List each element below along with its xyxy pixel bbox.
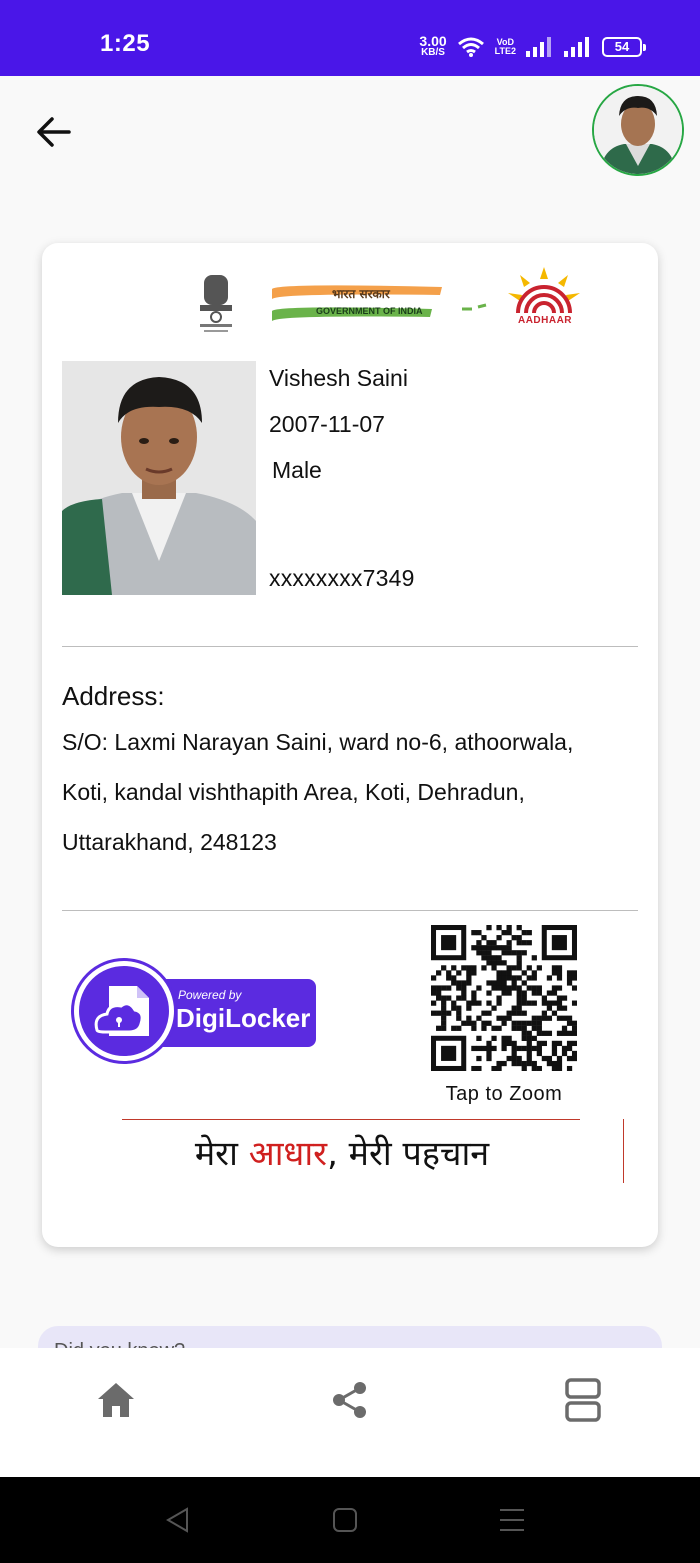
holder-dob: 2007-11-07 [269, 411, 385, 437]
aadhaar-tagline: मेरा आधार, मेरी पहचान [194, 1134, 490, 1174]
divider [62, 646, 638, 647]
digilocker-badge: Powered by DigiLocker [74, 961, 320, 1065]
national-emblem-icon [200, 275, 232, 332]
tagline-rule [623, 1119, 624, 1183]
holder-photo [62, 361, 256, 595]
digilocker-cloud-icon [94, 986, 149, 1036]
address-line: Koti, kandal vishthapith Area, Koti, Deh… [62, 779, 525, 805]
share-icon [333, 1382, 366, 1418]
list-icon [565, 1378, 601, 1422]
status-bar: 1:25 3.00 KB/S VoD LTE2 54 [0, 0, 700, 76]
holder-name: Vishesh Saini [269, 365, 408, 391]
tagline-rule [122, 1119, 580, 1120]
bottom-navigation [0, 1348, 700, 1477]
status-time: 1:25 [100, 30, 151, 57]
address-line: Uttarakhand, 248123 [62, 829, 277, 855]
wifi-icon [457, 37, 484, 57]
qr-code-image [431, 925, 578, 1072]
share-button[interactable] [326, 1376, 374, 1424]
avatar-photo [594, 86, 682, 174]
govt-hindi-text: भारत सरकार [332, 287, 390, 301]
back-button[interactable] [34, 112, 74, 152]
battery-icon: 54 [602, 37, 646, 57]
address-line: S/O: Laxmi Narayan Saini, ward no-6, ath… [62, 729, 574, 755]
system-home-icon[interactable] [330, 1506, 360, 1534]
home-button[interactable] [92, 1376, 140, 1424]
arrow-left-icon [37, 117, 71, 147]
aadhaar-card: भारत सरकार GOVERNMENT OF INDIA AADHAAR V… [42, 243, 658, 1247]
qr-code[interactable] [431, 925, 578, 1072]
signal-icon [564, 37, 589, 57]
home-icon [98, 1383, 134, 1417]
digilocker-powered-text: Powered by [178, 988, 242, 1002]
govt-of-india-logo: भारत सरकार GOVERNMENT OF INDIA [272, 281, 492, 333]
digilocker-name: DigiLocker [176, 1003, 311, 1033]
divider [62, 910, 638, 911]
signal-icon [526, 37, 551, 57]
system-navigation [0, 1477, 700, 1563]
volte-icon: VoD LTE2 [494, 37, 516, 56]
tap-to-zoom-label[interactable]: Tap to Zoom [412, 1083, 596, 1106]
status-icons: 3.00 KB/S VoD LTE2 54 [419, 33, 646, 60]
aadhaar-sun-icon [508, 267, 580, 314]
profile-avatar[interactable] [592, 84, 684, 176]
system-menu-icon[interactable] [497, 1506, 527, 1534]
govt-english-text: GOVERNMENT OF INDIA [316, 306, 423, 316]
network-speed: 3.00 KB/S [419, 33, 447, 58]
aadhaar-logo: AADHAAR [502, 267, 586, 333]
govt-banner: भारत सरकार GOVERNMENT OF INDIA AADHAAR [162, 265, 582, 341]
aadhaar-logo-text: AADHAAR [517, 315, 573, 326]
system-back-icon[interactable] [163, 1506, 193, 1534]
address-title: Address: [62, 681, 165, 711]
list-button[interactable] [559, 1376, 607, 1424]
card-photo [62, 361, 256, 595]
holder-gender: Male [272, 457, 322, 483]
aadhaar-number: xxxxxxxx7349 [269, 565, 415, 591]
